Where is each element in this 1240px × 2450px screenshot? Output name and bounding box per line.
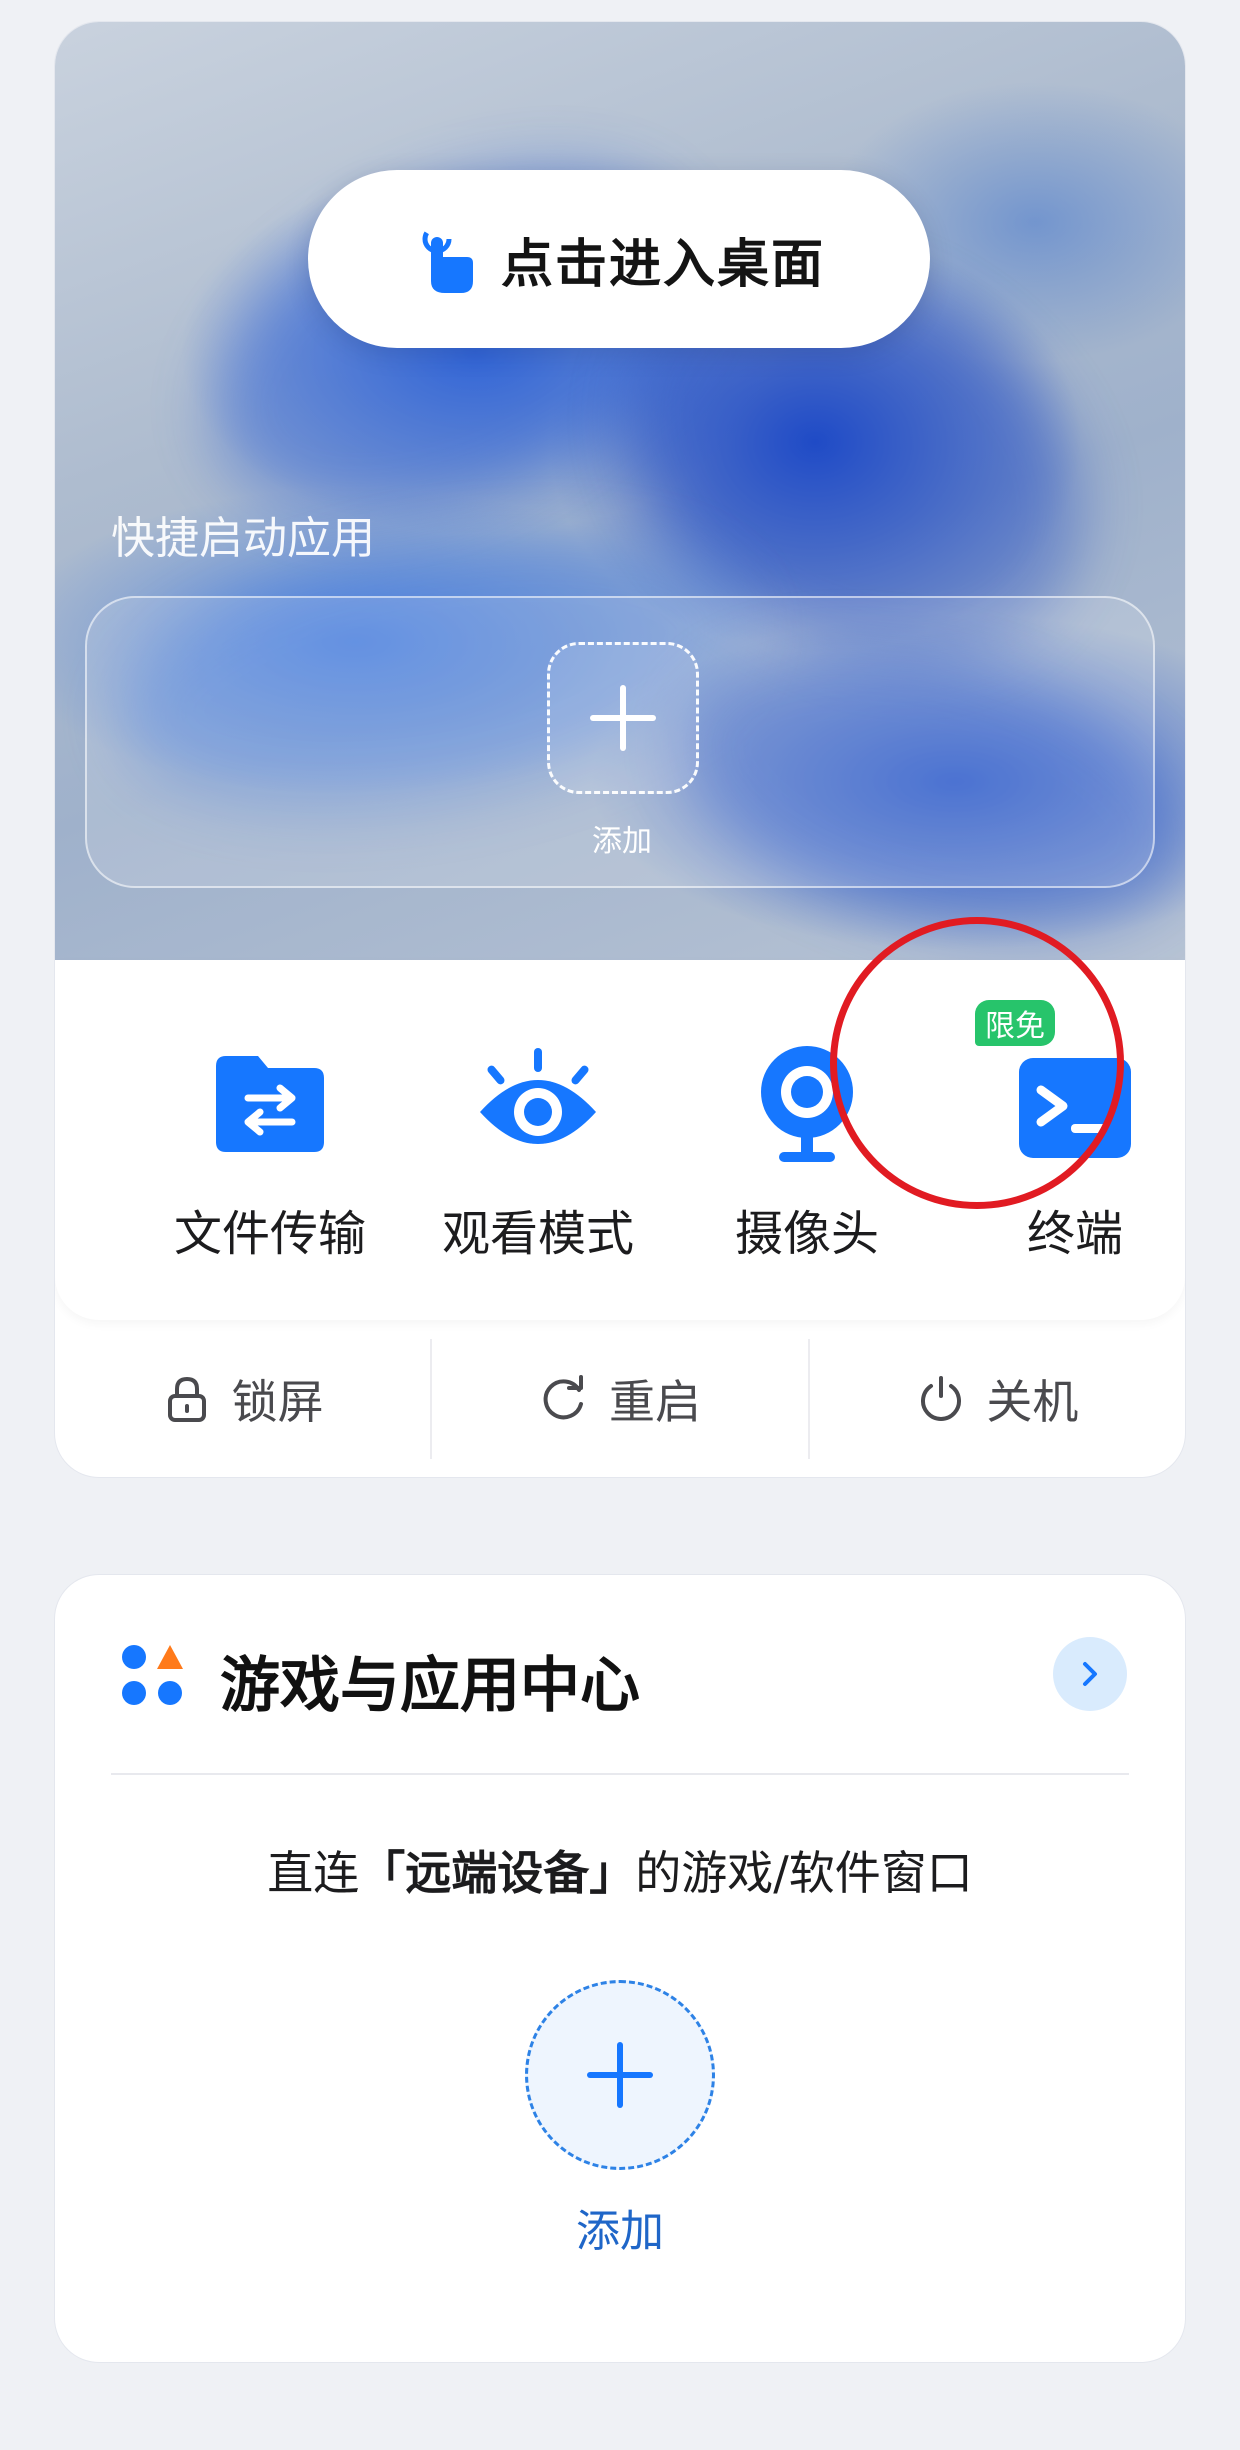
quick-launch-add-button[interactable] (547, 642, 699, 794)
apps-grid-icon (122, 1645, 183, 1705)
plus-icon (590, 685, 656, 751)
chevron-right-icon (1083, 1662, 1097, 1686)
enter-desktop-button[interactable]: 点击进入桌面 (308, 170, 930, 348)
action-label: 关机 (986, 1374, 1079, 1429)
tool-label: 观看模式 (441, 1206, 634, 1262)
game-app-center-description: 直连「远端设备」的游戏/软件窗口 (55, 1837, 1185, 1903)
tool-label: 摄像头 (734, 1206, 879, 1262)
remote-desktop-card: 点击进入桌面 快捷启动应用 添加 文件传输 观看模式 摄像头 终端 锁屏 重启 … (55, 22, 1185, 1477)
add-game-app-button[interactable] (525, 1980, 715, 2170)
game-app-center-header[interactable]: 游戏与应用中心 (55, 1575, 1185, 1775)
quick-launch-title: 快捷启动应用 (111, 513, 375, 564)
desc-prefix: 直连 (267, 1846, 360, 1900)
enter-desktop-label: 点击进入桌面 (500, 234, 825, 295)
tool-watch-mode[interactable]: 观看模式 (408, 1040, 668, 1280)
action-label: 锁屏 (231, 1374, 324, 1429)
restart-icon (543, 1374, 583, 1419)
file-transfer-icon (216, 1056, 324, 1152)
game-app-center-card: 游戏与应用中心 直连「远端设备」的游戏/软件窗口 添加 (55, 1575, 1185, 2362)
add-game-app-label[interactable]: 添加 (55, 2195, 1185, 2259)
highlight-ring (830, 917, 1124, 1209)
eye-icon (480, 1048, 596, 1144)
desc-emphasis: 「远端设备」 (359, 1846, 636, 1900)
lock-screen-button[interactable]: 锁屏 (55, 1344, 430, 1454)
tool-label: 文件传输 (173, 1206, 366, 1262)
power-actions: 锁屏 重启 关机 (55, 1320, 1185, 1477)
divider (111, 1773, 1129, 1775)
desktop-wallpaper-preview: 点击进入桌面 快捷启动应用 添加 (55, 22, 1185, 960)
game-app-center-title: 游戏与应用中心 (220, 1651, 640, 1721)
power-icon (921, 1375, 962, 1421)
shutdown-button[interactable]: 关机 (810, 1344, 1185, 1454)
restart-button[interactable]: 重启 (432, 1344, 807, 1454)
tool-label: 终端 (1026, 1206, 1123, 1262)
quick-launch-add-label: 添加 (592, 824, 652, 859)
tool-file-transfer[interactable]: 文件传输 (140, 1040, 400, 1280)
game-app-center-more-button[interactable] (1053, 1637, 1127, 1711)
plus-icon (587, 2042, 653, 2108)
quick-launch-panel: 添加 (85, 596, 1155, 888)
hand-tap-icon (422, 224, 473, 293)
action-label: 重启 (608, 1374, 701, 1429)
lock-icon (167, 1376, 206, 1422)
desc-suffix: 的游戏/软件窗口 (635, 1846, 973, 1900)
